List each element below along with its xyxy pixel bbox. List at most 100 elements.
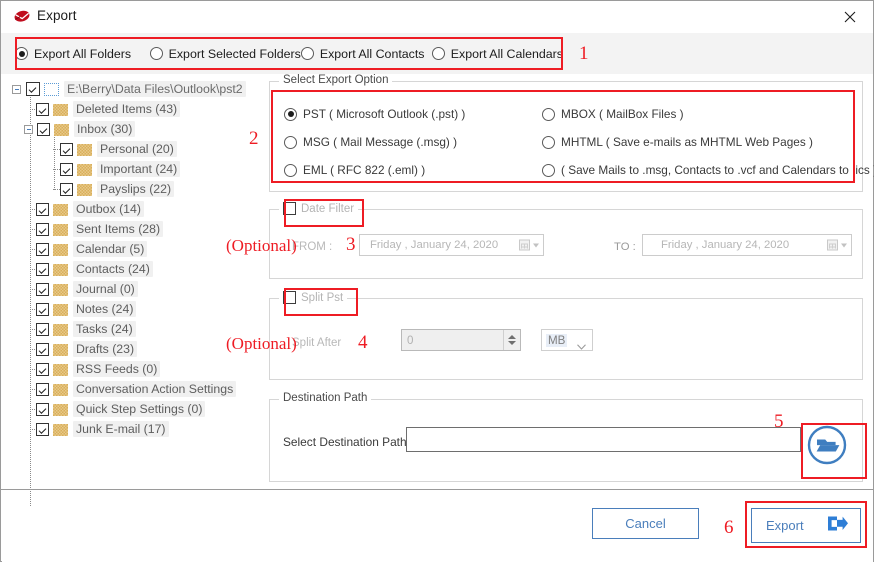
- annotation-number-2: 2: [249, 128, 259, 149]
- checkbox[interactable]: [37, 122, 50, 136]
- radio-export-selected-folders[interactable]: Export Selected Folders: [149, 47, 301, 61]
- export-button-label: Export: [766, 518, 804, 533]
- split-size-label: Split After: [292, 337, 342, 349]
- checkbox[interactable]: [36, 262, 49, 276]
- radio-msg[interactable]: MSG ( Mail Message (.msg) ): [284, 135, 457, 149]
- tree-item[interactable]: Notes (24): [30, 299, 137, 319]
- spinner-down-icon[interactable]: [508, 341, 516, 345]
- tree-item[interactable]: Contacts (24): [30, 259, 153, 279]
- folder-icon: [53, 103, 68, 116]
- folder-icon: [77, 183, 92, 196]
- annotation-number-3: 3: [346, 234, 356, 255]
- radio-multi-format[interactable]: ( Save Mails to .msg, Contacts to .vcf a…: [542, 163, 874, 177]
- tree-item[interactable]: Sent Items (28): [30, 219, 164, 239]
- radio-export-all-calendars[interactable]: Export All Calendars: [431, 47, 563, 61]
- chevron-down-icon[interactable]: [841, 243, 847, 247]
- export-app-icon: [13, 8, 31, 26]
- tree-item[interactable]: Conversation Action Settings: [30, 379, 237, 399]
- checkbox[interactable]: [36, 362, 49, 376]
- checkbox[interactable]: [36, 282, 49, 296]
- tree-item-root[interactable]: E:\Berry\Data Files\Outlook\pst2: [12, 79, 246, 99]
- export-scope-bar: Export All Folders Export Selected Folde…: [1, 33, 873, 74]
- radio-export-all-contacts[interactable]: Export All Contacts: [300, 47, 432, 61]
- annotation-number-4: 4: [358, 332, 368, 353]
- tree-item-label: Tasks (24): [73, 321, 136, 337]
- split-size-stepper[interactable]: 0: [401, 329, 521, 351]
- folder-icon: [53, 383, 68, 396]
- checkbox[interactable]: [60, 182, 73, 196]
- close-icon[interactable]: [827, 1, 873, 32]
- date-filter-checkbox[interactable]: [283, 202, 296, 215]
- folder-tree[interactable]: E:\Berry\Data Files\Outlook\pst2 Deleted…: [6, 77, 255, 540]
- tree-item[interactable]: Junk E-mail (17): [30, 419, 169, 439]
- annotation-number-6: 6: [724, 517, 734, 538]
- spinner-up-icon[interactable]: [508, 335, 516, 339]
- checkbox[interactable]: [36, 242, 49, 256]
- cancel-button[interactable]: Cancel: [592, 508, 699, 539]
- checkbox[interactable]: [36, 422, 49, 436]
- date-filter-group: Date Filter FROM : Friday , January 24, …: [269, 202, 863, 279]
- tree-item-label: Inbox (30): [74, 121, 136, 137]
- tree-item[interactable]: Deleted Items (43): [30, 99, 181, 119]
- chevron-down-icon[interactable]: [533, 243, 539, 247]
- tree-item[interactable]: Inbox (30): [24, 119, 136, 139]
- checkbox[interactable]: [60, 162, 73, 176]
- date-from-field[interactable]: Friday , January 24, 2020: [359, 234, 544, 256]
- checkbox[interactable]: [26, 82, 40, 96]
- tree-item[interactable]: Outbox (14): [30, 199, 144, 219]
- radio-indicator: [431, 47, 445, 60]
- checkbox[interactable]: [36, 402, 49, 416]
- annotation-number-5: 5: [774, 411, 784, 432]
- date-to-field[interactable]: Friday , January 24, 2020: [642, 234, 852, 256]
- date-filter-legend: Date Filter: [279, 202, 359, 218]
- stepper-buttons[interactable]: [503, 330, 520, 350]
- checkbox[interactable]: [60, 142, 73, 156]
- folder-icon: [53, 263, 68, 276]
- tree-item-label: Personal (20): [97, 141, 177, 157]
- split-pst-checkbox[interactable]: [283, 291, 296, 304]
- tree-item[interactable]: RSS Feeds (0): [30, 359, 161, 379]
- radio-eml[interactable]: EML ( RFC 822 (.eml) ): [284, 163, 425, 177]
- tree-item[interactable]: Quick Step Settings (0): [30, 399, 206, 419]
- checkbox[interactable]: [36, 382, 49, 396]
- tree-item[interactable]: Drafts (23): [30, 339, 138, 359]
- tree-connector: [30, 91, 31, 506]
- checkbox[interactable]: [36, 322, 49, 336]
- radio-pst[interactable]: PST ( Microsoft Outlook (.pst) ): [284, 107, 465, 121]
- destination-path-input[interactable]: [406, 427, 801, 452]
- radio-indicator: [284, 107, 297, 121]
- tree-item[interactable]: Payslips (22): [53, 179, 175, 199]
- chevron-down-icon[interactable]: [577, 337, 586, 350]
- radio-mhtml[interactable]: MHTML ( Save e-mails as MHTML Web Pages …: [542, 135, 813, 149]
- collapse-icon[interactable]: [24, 124, 33, 134]
- tree-item-label: Conversation Action Settings: [73, 381, 237, 397]
- split-size-value: 0: [407, 333, 414, 347]
- checkbox[interactable]: [36, 342, 49, 356]
- split-unit-select[interactable]: MB: [541, 329, 593, 351]
- checkbox[interactable]: [36, 302, 49, 316]
- folder-icon: [53, 403, 68, 416]
- window-title: Export: [37, 8, 77, 23]
- checkbox[interactable]: [36, 202, 49, 216]
- radio-export-all-folders[interactable]: Export All Folders: [15, 47, 150, 61]
- collapse-icon[interactable]: [12, 84, 21, 94]
- date-to-picker-icons[interactable]: [827, 239, 847, 251]
- checkbox[interactable]: [36, 222, 49, 236]
- checkbox[interactable]: [36, 102, 49, 116]
- date-from-label: FROM :: [292, 241, 333, 253]
- export-button[interactable]: Export: [751, 508, 861, 543]
- radio-indicator: [15, 47, 28, 60]
- destination-path-legend: Destination Path: [279, 392, 372, 404]
- annotation-optional-3: (Optional): [226, 236, 297, 255]
- tree-item[interactable]: Journal (0): [30, 279, 138, 299]
- radio-mbox[interactable]: MBOX ( MailBox Files ): [542, 107, 684, 121]
- browse-destination-button[interactable]: [807, 425, 847, 467]
- tree-connector: [53, 169, 60, 170]
- date-from-picker-icons[interactable]: [519, 239, 539, 251]
- tree-item[interactable]: Tasks (24): [30, 319, 136, 339]
- tree-item[interactable]: Important (24): [53, 159, 181, 179]
- tree-item[interactable]: Personal (20): [53, 139, 177, 159]
- radio-label: Export All Folders: [34, 46, 132, 61]
- radio-label: MHTML ( Save e-mails as MHTML Web Pages …: [561, 135, 813, 149]
- tree-item[interactable]: Calendar (5): [30, 239, 148, 259]
